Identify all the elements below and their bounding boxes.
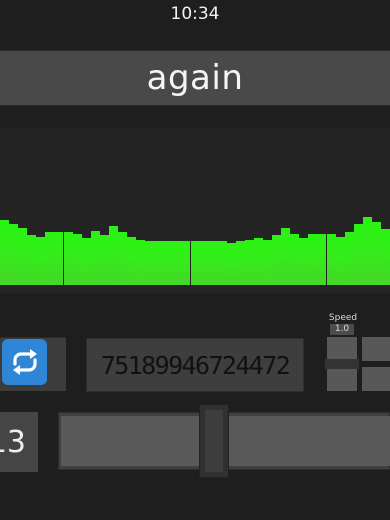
visualizer-bar bbox=[253, 238, 263, 285]
speed-control[interactable] bbox=[325, 337, 359, 391]
audio-visualizer bbox=[0, 128, 390, 294]
position-slider-remaining bbox=[228, 416, 390, 466]
visualizer-bar bbox=[54, 232, 64, 285]
visualizer-bar bbox=[72, 234, 82, 285]
position-slider-thumb-grip bbox=[205, 410, 223, 472]
visualizer-bar bbox=[99, 235, 109, 285]
visualizer-bar bbox=[299, 238, 309, 285]
visualizer-bar bbox=[217, 241, 227, 285]
visualizer-bar bbox=[317, 234, 327, 285]
visualizer-bar bbox=[172, 241, 182, 285]
visualizer-bar bbox=[145, 241, 155, 285]
speed-knob[interactable] bbox=[325, 359, 359, 369]
repeat-button[interactable] bbox=[2, 339, 47, 385]
visualizer-bar bbox=[362, 217, 372, 285]
visualizer-bar bbox=[117, 232, 127, 285]
visualizer-bar bbox=[335, 237, 345, 285]
status-bar: 10:34 bbox=[0, 0, 390, 30]
visualizer-bar bbox=[344, 232, 354, 285]
position-slider-fill bbox=[61, 416, 201, 466]
visualizer-bar bbox=[371, 222, 381, 285]
visualizer-bar bbox=[199, 241, 209, 285]
visualizer-bar bbox=[281, 228, 291, 285]
position-count-box: 13 bbox=[0, 412, 38, 472]
repeat-icon bbox=[12, 349, 37, 375]
visualizer-bar bbox=[9, 224, 19, 285]
visualizer-bar bbox=[108, 226, 118, 285]
visualizer-bar bbox=[163, 241, 173, 285]
visualizer-bar bbox=[244, 240, 254, 285]
visualizer-bar bbox=[208, 241, 218, 285]
side-button-top[interactable] bbox=[362, 337, 390, 361]
number-display-text: 75189946724472 bbox=[100, 350, 291, 380]
track-title: again bbox=[146, 58, 244, 98]
status-time: 10:34 bbox=[170, 4, 220, 24]
speed-up-button[interactable] bbox=[327, 337, 357, 359]
visualizer-bar bbox=[90, 231, 100, 285]
visualizer-bar bbox=[36, 237, 46, 285]
visualizer-bar bbox=[154, 241, 164, 285]
visualizer-bar bbox=[81, 238, 91, 285]
visualizer-bar bbox=[63, 232, 73, 285]
visualizer-bar bbox=[226, 243, 236, 285]
visualizer-bar bbox=[18, 228, 28, 285]
visualizer-bar bbox=[45, 232, 55, 285]
track-title-bar: again bbox=[0, 50, 390, 106]
visualizer-bar bbox=[190, 241, 200, 285]
visualizer-bar bbox=[136, 240, 146, 285]
visualizer-bar bbox=[0, 220, 10, 285]
visualizer-bar bbox=[272, 235, 282, 285]
speed-value: 1.0 bbox=[330, 324, 354, 335]
speed-label: Speed bbox=[328, 313, 358, 323]
visualizer-bar bbox=[127, 237, 136, 285]
visualizer-bar bbox=[181, 241, 191, 285]
visualizer-bar bbox=[235, 241, 245, 285]
number-display: 75189946724472 bbox=[86, 338, 304, 392]
visualizer-bar bbox=[353, 224, 363, 285]
visualizer-bar bbox=[308, 234, 318, 285]
visualizer-bar bbox=[326, 234, 336, 285]
visualizer-bar bbox=[290, 234, 300, 285]
speed-down-button[interactable] bbox=[327, 369, 357, 391]
visualizer-bar bbox=[27, 235, 37, 285]
side-button-bottom[interactable] bbox=[362, 367, 390, 391]
side-controls bbox=[362, 337, 390, 391]
position-count: 13 bbox=[0, 424, 26, 460]
visualizer-bar bbox=[380, 229, 390, 285]
visualizer-bar bbox=[263, 240, 273, 285]
